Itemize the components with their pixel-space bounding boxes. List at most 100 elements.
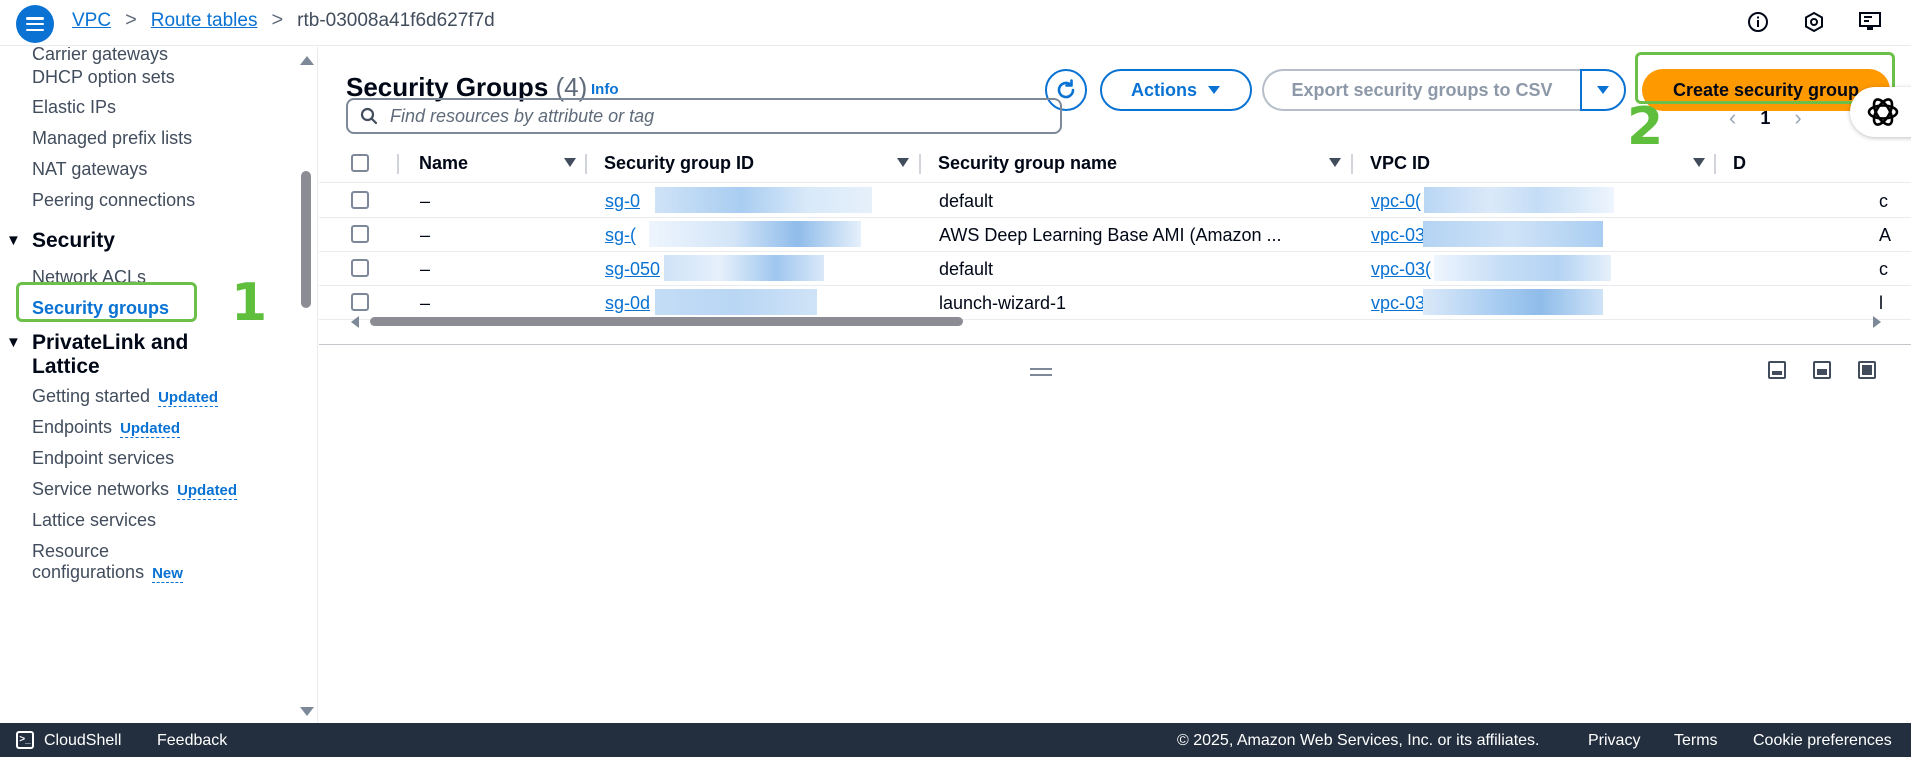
- column-divider[interactable]: [919, 154, 921, 174]
- cell-sg-name: launch-wizard-1: [939, 293, 1067, 313]
- caret-down-icon: ▼: [6, 334, 21, 351]
- sidebar-item-getting-started[interactable]: Getting started Updated: [32, 386, 219, 407]
- split-panel-divider: [319, 344, 1911, 345]
- assistant-button[interactable]: [1850, 87, 1911, 137]
- terms-link[interactable]: Terms: [1674, 732, 1718, 750]
- table-horizontal-scrollbar[interactable]: [319, 314, 1911, 328]
- actions-dropdown-button[interactable]: Actions: [1100, 69, 1252, 111]
- column-divider[interactable]: [1714, 154, 1716, 174]
- page-number[interactable]: 1: [1760, 108, 1770, 129]
- cloudshell-link[interactable]: CloudShell: [44, 732, 121, 750]
- horizontal-scroll-thumb[interactable]: [370, 317, 963, 326]
- cell-sg-id-link[interactable]: sg-0: [605, 191, 640, 212]
- scroll-down-arrow-icon[interactable]: [300, 707, 314, 716]
- sidebar-item-endpoints[interactable]: Endpoints Updated: [32, 417, 181, 438]
- sidebar-item-managed-prefix-lists[interactable]: Managed prefix lists: [32, 128, 192, 149]
- sidebar-item-dhcp-option-sets[interactable]: DHCP option sets: [32, 67, 175, 88]
- cell-sg-name: default: [939, 191, 994, 211]
- search-input[interactable]: [390, 105, 1030, 127]
- sort-icon[interactable]: [897, 158, 909, 167]
- column-divider[interactable]: [1351, 154, 1353, 174]
- cell-name: –: [420, 259, 431, 279]
- menu-button[interactable]: [16, 5, 54, 43]
- column-divider[interactable]: [585, 154, 587, 174]
- redacted-id: [1423, 221, 1603, 247]
- scroll-right-arrow-icon[interactable]: [1873, 316, 1881, 328]
- row-checkbox[interactable]: [351, 225, 369, 243]
- next-page-icon[interactable]: ›: [1794, 105, 1801, 131]
- redacted-id: [1424, 187, 1614, 213]
- cell-vpc-id-link[interactable]: vpc-03: [1371, 293, 1425, 314]
- sidebar-scroll-thumb[interactable]: [301, 171, 311, 308]
- panel-full-icon[interactable]: [1858, 361, 1876, 379]
- console-footer: >_ CloudShell Feedback © 2025, Amazon We…: [0, 723, 1911, 757]
- sidebar-item-resource-configurations[interactable]: Resource configurations New: [32, 541, 183, 583]
- section-label-line2: Lattice: [32, 355, 100, 378]
- export-csv-button[interactable]: Export security groups to CSV: [1262, 69, 1580, 111]
- section-label-line1: PrivateLink and: [32, 331, 189, 354]
- cell-sg-id-link[interactable]: sg-(: [605, 225, 636, 246]
- sort-icon[interactable]: [1693, 158, 1705, 167]
- annotation-step-1: 1: [231, 273, 268, 333]
- export-dropdown-button[interactable]: [1580, 69, 1626, 111]
- settings-hex-icon[interactable]: [1801, 9, 1827, 35]
- sidebar-item-service-networks[interactable]: Service networks Updated: [32, 479, 238, 500]
- breadcrumb: VPC > Route tables > rtb-03008a41f6d627f…: [72, 9, 495, 32]
- sidebar-item-elastic-ips[interactable]: Elastic IPs: [32, 97, 116, 118]
- sidebar-item-lattice-services[interactable]: Lattice services: [32, 510, 156, 531]
- cookie-preferences-link[interactable]: Cookie preferences: [1753, 732, 1892, 750]
- table-row[interactable]: – sg-050 default vpc-03( c: [319, 252, 1911, 286]
- sort-icon[interactable]: [564, 158, 576, 167]
- info-icon[interactable]: [1745, 9, 1771, 35]
- redacted-id: [655, 289, 817, 315]
- cell-vpc-id-link[interactable]: vpc-03: [1371, 225, 1425, 246]
- top-breadcrumb-bar: VPC > Route tables > rtb-03008a41f6d627f…: [0, 0, 1911, 46]
- sidebar-section-security[interactable]: ▼ Security: [6, 229, 115, 253]
- sort-icon[interactable]: [1329, 158, 1341, 167]
- panel-bottom-icon[interactable]: [1768, 361, 1786, 379]
- sidebar-item-endpoint-services[interactable]: Endpoint services: [32, 448, 174, 469]
- header-security-group-name[interactable]: Security group name: [938, 153, 1117, 174]
- breadcrumb-route-tables[interactable]: Route tables: [151, 10, 258, 32]
- cell-sg-id-link[interactable]: sg-050: [605, 259, 660, 280]
- info-link[interactable]: Info: [591, 81, 619, 98]
- sidebar-item-peering-connections[interactable]: Peering connections: [32, 190, 195, 211]
- cell-sg-id-link[interactable]: sg-0d: [605, 293, 650, 314]
- row-checkbox[interactable]: [351, 293, 369, 311]
- sidebar-item-carrier-gateways[interactable]: Carrier gateways: [32, 47, 168, 65]
- header-description[interactable]: D: [1733, 153, 1746, 174]
- cell-vpc-id-link[interactable]: vpc-03(: [1371, 259, 1431, 280]
- cell-vpc-id-link[interactable]: vpc-0(: [1371, 191, 1421, 212]
- table-row[interactable]: – sg-( AWS Deep Learning Base AMI (Amazo…: [319, 218, 1911, 252]
- breadcrumb-current: rtb-03008a41f6d627f7d: [297, 9, 495, 31]
- header-name[interactable]: Name: [419, 153, 468, 174]
- table-row[interactable]: – sg-0 default vpc-0( c: [319, 184, 1911, 218]
- sidebar-item-nat-gateways[interactable]: NAT gateways: [32, 159, 147, 180]
- select-all-checkbox[interactable]: [351, 154, 369, 172]
- prev-page-icon[interactable]: ‹: [1729, 105, 1736, 131]
- pagination: ‹ 1 ›: [1729, 105, 1802, 131]
- redacted-id: [664, 255, 824, 281]
- sidebar-scrollbar[interactable]: [296, 47, 317, 723]
- breadcrumb-vpc[interactable]: VPC: [72, 10, 111, 32]
- item-label: configurations: [32, 562, 145, 582]
- sidebar-section-privatelink[interactable]: ▼ PrivateLink and Lattice: [6, 331, 188, 379]
- scroll-left-arrow-icon[interactable]: [351, 316, 359, 328]
- search-filter[interactable]: [346, 98, 1062, 134]
- feedback-link[interactable]: Feedback: [157, 732, 227, 750]
- header-vpc-id[interactable]: VPC ID: [1370, 153, 1430, 174]
- caret-down-icon: ▼: [6, 232, 21, 249]
- table-header: Name Security group ID Security group na…: [319, 145, 1911, 183]
- drag-handle-icon[interactable]: [1030, 368, 1052, 376]
- scroll-up-arrow-icon[interactable]: [300, 56, 314, 65]
- privacy-link[interactable]: Privacy: [1588, 732, 1640, 750]
- cloudshell-icon[interactable]: >_: [16, 731, 34, 749]
- feedback-monitor-icon[interactable]: [1857, 9, 1883, 35]
- row-checkbox[interactable]: [351, 259, 369, 277]
- row-checkbox[interactable]: [351, 191, 369, 209]
- copyright-text: © 2025, Amazon Web Services, Inc. or its…: [1177, 732, 1540, 749]
- highlight-box-step1: [16, 282, 197, 322]
- header-security-group-id[interactable]: Security group ID: [604, 153, 754, 174]
- panel-side-icon[interactable]: [1813, 361, 1831, 379]
- item-label: Service networks: [32, 479, 170, 499]
